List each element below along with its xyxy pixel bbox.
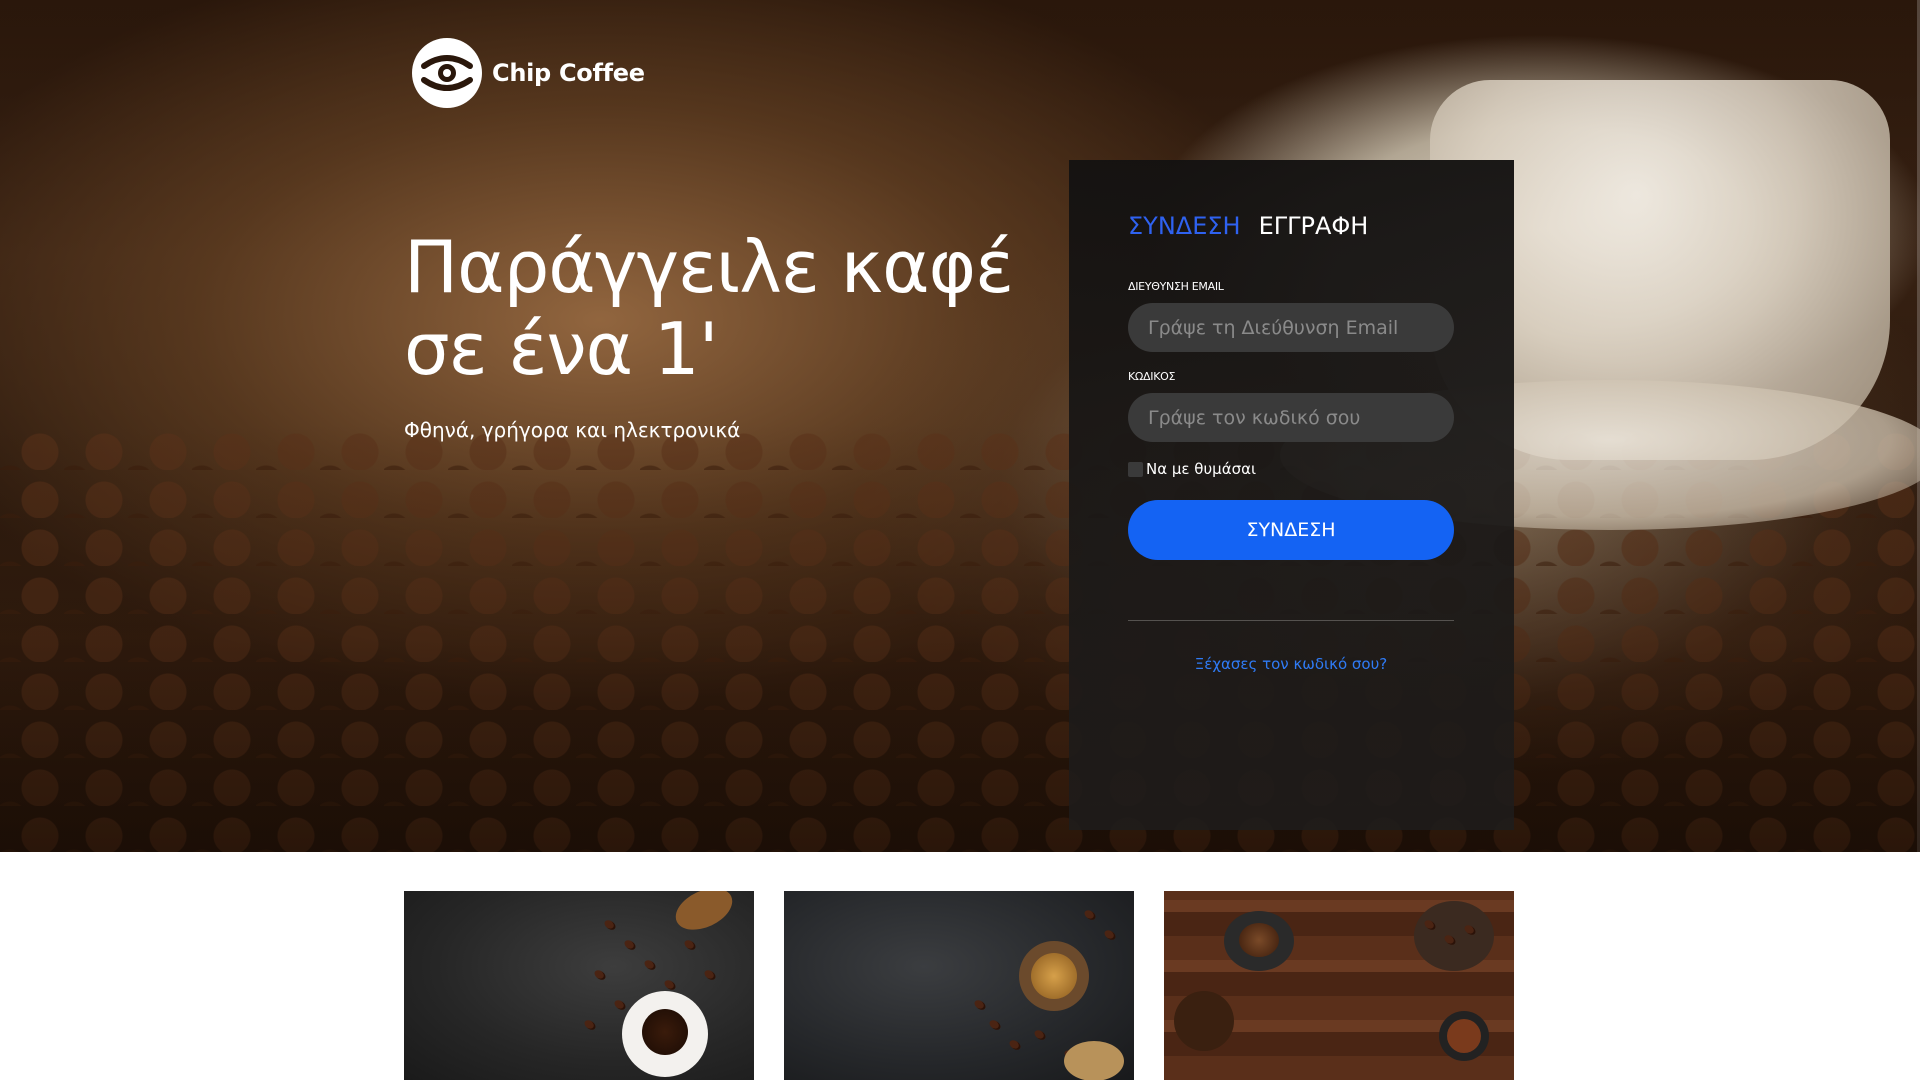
tab-register[interactable]: ΕΓΓΡΑΦΗ — [1259, 212, 1369, 240]
brand-logo[interactable]: Chip Coffee — [410, 36, 645, 110]
hero-headline-line1: Παράγγειλε καφέ — [404, 225, 1014, 309]
remember-me-checkbox[interactable] — [1128, 461, 1143, 477]
product-cards — [404, 891, 1514, 1080]
product-card-2[interactable] — [784, 891, 1134, 1080]
login-panel: ΣΥΝΔΕΣΗ ΕΓΓΡΑΦΗ ΔΙΕΥΘΥΝΣΗ EMAIL ΚΩΔΙΚΟΣ … — [1069, 160, 1514, 830]
panel-divider — [1128, 620, 1454, 621]
email-field[interactable] — [1128, 303, 1454, 352]
email-label: ΔΙΕΥΘΥΝΣΗ EMAIL — [1128, 280, 1224, 293]
remember-me-row: Να με θυμάσαι — [1128, 460, 1454, 478]
password-field[interactable] — [1128, 393, 1454, 442]
auth-tabs: ΣΥΝΔΕΣΗ ΕΓΓΡΑΦΗ — [1128, 212, 1454, 240]
forgot-password-link[interactable]: Ξέχασες τον κωδικό σου? — [1128, 655, 1454, 673]
remember-me-label[interactable]: Να με θυμάσαι — [1146, 460, 1256, 478]
tab-login[interactable]: ΣΥΝΔΕΣΗ — [1128, 212, 1241, 240]
product-card-1[interactable] — [404, 891, 754, 1080]
wooden-scoop-image — [669, 891, 739, 938]
brand-name: Chip Coffee — [492, 59, 645, 87]
product-card-3[interactable] — [1164, 891, 1514, 1080]
bean-bowl-image — [1174, 991, 1234, 1051]
bean-scoop-image — [1414, 901, 1494, 971]
hero-section: Chip Coffee Παράγγειλε καφέ σε ένα 1' Φθ… — [0, 0, 1920, 852]
login-button[interactable]: ΣΥΝΔΕΣΗ — [1128, 500, 1454, 560]
burlap-sack-image — [1064, 1041, 1124, 1080]
hero-headline-line2: σε ένα 1' — [404, 307, 719, 391]
coffee-cup-logo-icon — [412, 38, 482, 108]
hero-subline: Φθηνά, γρήγορα και ηλεκτρονικά — [404, 418, 741, 442]
hero-headline: Παράγγειλε καφέ σε ένα 1' — [404, 226, 1024, 390]
password-label: ΚΩΔΙΚΟΣ — [1128, 370, 1176, 383]
